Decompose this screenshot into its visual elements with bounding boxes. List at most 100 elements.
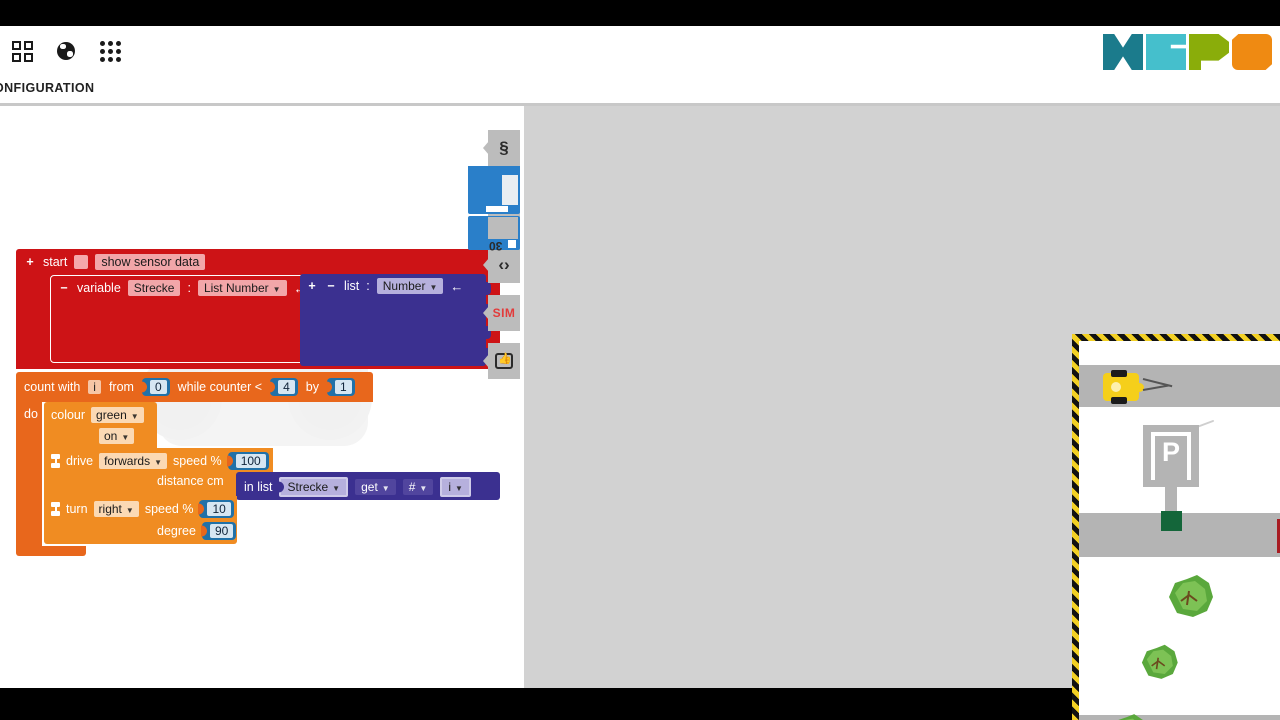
count-loop-block[interactable]: count with i from 0 while counter < 4 by… <box>16 372 373 402</box>
loop-body-spine <box>16 402 42 552</box>
turn-degree-value[interactable]: 90 <box>209 524 234 538</box>
list-type-dropdown[interactable]: Number ▼ <box>376 278 444 294</box>
loop-while-slot[interactable]: 4 <box>270 378 298 396</box>
loop-by-slot[interactable]: 1 <box>326 378 355 396</box>
in-list-index-dropdown[interactable]: i ▼ <box>440 477 471 497</box>
start-label: start <box>43 255 68 269</box>
colour-block[interactable]: colour green ▼ on ▼ <box>44 402 157 448</box>
chevron-down-icon: ▼ <box>454 484 463 493</box>
list-block[interactable]: + − list : Number ▼ ← <box>300 274 491 366</box>
robot-wheel-bottom <box>1111 397 1127 404</box>
turn-block[interactable]: turn right ▼ speed % 10 degree 90 <box>44 496 237 544</box>
loop-while-value[interactable]: 4 <box>278 380 295 394</box>
tooltip-marker <box>508 240 516 248</box>
loop-by-value[interactable]: 1 <box>334 380 352 394</box>
simulation-pane[interactable]: P P <box>524 106 1280 720</box>
chevron-down-icon: ▼ <box>332 484 341 493</box>
colour-label: colour <box>51 408 86 422</box>
parking-post <box>1165 485 1177 513</box>
drive-speed-label: speed % <box>173 454 222 468</box>
variable-remove-icon[interactable]: − <box>58 281 70 295</box>
blockly-workspace[interactable]: + start show sensor data − variable Stre… <box>0 106 506 688</box>
colour-value-dropdown[interactable]: green ▼ <box>91 407 144 423</box>
drive-label: drive <box>66 454 94 468</box>
list-add-icon[interactable]: + <box>306 279 318 293</box>
start-add-icon[interactable]: + <box>24 255 36 269</box>
paragraph-icon[interactable]: § <box>488 130 520 166</box>
drive-distance-label: distance cm <box>157 474 224 488</box>
turn-row: turn right ▼ speed % 10 <box>51 500 234 518</box>
bush <box>1163 571 1217 619</box>
chevron-down-icon: ▼ <box>154 458 163 467</box>
in-list-operation-dropdown[interactable]: get ▼ <box>355 479 396 495</box>
count-with-label: count with <box>24 380 81 394</box>
turn-speed-slot[interactable]: 10 <box>199 500 234 518</box>
turn-label: turn <box>66 502 88 516</box>
colour-state-row: on ▼ <box>99 428 135 444</box>
apps-grid-glyph <box>99 40 121 62</box>
chevron-down-icon: ▼ <box>381 484 390 493</box>
nepo-logo[interactable] <box>1103 34 1272 70</box>
loop-from-slot[interactable]: 0 <box>141 378 170 396</box>
variable-type-dropdown[interactable]: List Number ▼ <box>197 280 287 296</box>
in-list-get-block[interactable]: in list Strecke ▼ get ▼ # ▼ i ▼ <box>236 472 500 500</box>
thumbs-up-icon[interactable] <box>488 343 520 379</box>
colour-state-dropdown[interactable]: on ▼ <box>99 428 135 444</box>
variable-label: variable <box>77 281 121 295</box>
robot-wheel-top <box>1111 370 1127 377</box>
turn-direction-dropdown[interactable]: right ▼ <box>93 501 139 517</box>
chevron-down-icon: ▼ <box>125 506 134 515</box>
chevron-down-icon: ▼ <box>419 484 428 493</box>
loop-variable-field[interactable]: i <box>88 380 101 394</box>
turn-degree-label: degree <box>157 524 196 538</box>
tooltip-divider <box>486 206 508 212</box>
globe-icon[interactable] <box>44 26 88 76</box>
loop-foot <box>16 546 86 556</box>
tooltip-panel-2-inner <box>488 217 518 239</box>
globe-glyph <box>57 42 75 60</box>
subheader-bar: ONFIGURATION <box>0 76 1280 104</box>
bush <box>1137 641 1181 681</box>
in-list-label: in list <box>244 480 273 494</box>
logo-letter-n <box>1103 34 1143 70</box>
in-list-name-dropdown[interactable]: Strecke ▼ <box>279 477 349 497</box>
chevron-down-icon: ▼ <box>272 285 281 294</box>
by-label: by <box>305 380 319 394</box>
grid-view-icon[interactable] <box>0 26 44 76</box>
in-list-socket: Strecke ▼ <box>279 477 349 497</box>
sim-button[interactable]: SIM <box>488 295 520 331</box>
list-label: list <box>344 279 360 293</box>
grid-view-glyph <box>11 40 33 62</box>
tab-configuration[interactable]: ONFIGURATION <box>0 81 94 95</box>
in-list-index-kind-dropdown[interactable]: # ▼ <box>402 479 434 495</box>
variable-name-field[interactable]: Strecke <box>127 280 181 296</box>
toolbar-gap-2 <box>488 334 520 343</box>
drive-speed-value[interactable]: 100 <box>235 454 266 468</box>
variable-colon: : <box>187 281 191 295</box>
turn-speed-value[interactable]: 10 <box>207 502 231 516</box>
drive-speed-slot[interactable]: 100 <box>227 452 269 470</box>
logo-letter-p <box>1189 34 1229 70</box>
drive-row: drive forwards ▼ speed % 100 <box>51 452 269 470</box>
robot-vehicle[interactable] <box>1103 370 1173 404</box>
show-sensor-data-checkbox[interactable] <box>74 255 89 269</box>
code-glyph: ‹› <box>498 255 510 274</box>
loop-from-value[interactable]: 0 <box>149 380 167 394</box>
do-label: do <box>24 407 38 421</box>
turn-degree-slot[interactable]: 90 <box>201 522 237 540</box>
header-icon-group <box>0 26 132 76</box>
apps-grid-icon[interactable] <box>88 26 132 76</box>
show-sensor-data-label: show sensor data <box>95 254 206 270</box>
bush <box>1109 711 1149 720</box>
simulation-scene[interactable]: P P <box>1072 334 1280 720</box>
thumbs-up-glyph <box>495 352 513 369</box>
variable-block[interactable]: − variable Strecke : List Number▼ ← <box>50 275 315 363</box>
app-root: ONFIGURATION + start show sensor data − … <box>0 0 1280 720</box>
tooltip-panel-1-inner <box>502 175 518 205</box>
list-assign-arrow: ← <box>450 278 464 294</box>
list-remove-icon[interactable]: − <box>325 279 337 293</box>
chevron-down-icon: ▼ <box>429 283 438 292</box>
toolbar-gap-1 <box>488 286 520 295</box>
drive-direction-dropdown[interactable]: forwards ▼ <box>99 453 168 469</box>
chevron-down-icon: ▼ <box>121 433 130 442</box>
